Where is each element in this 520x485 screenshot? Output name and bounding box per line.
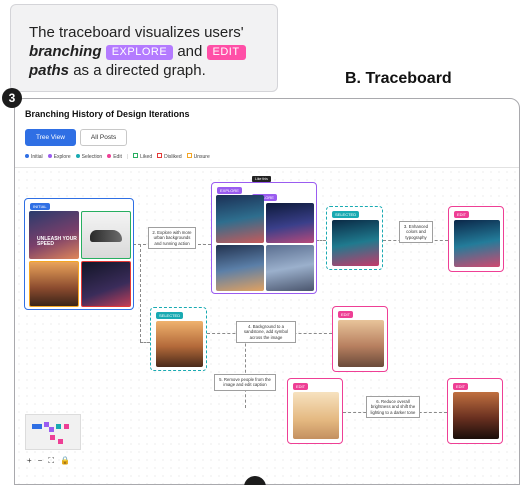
poster-image [453,392,499,439]
legend-selection: Selection [75,153,103,160]
minimap-node [56,424,61,429]
poster-image-group [29,261,79,307]
tab-tree-view[interactable]: Tree View [25,129,76,146]
square-icon [186,153,192,158]
node-tag: SELECTED [156,312,184,319]
edge-initial-down [140,244,141,342]
legend-initial: Initial [25,153,43,160]
legend-edit: Edit [107,153,122,160]
node-tag: INITIAL [30,203,50,210]
tab-all-posts[interactable]: All Posts [79,129,128,146]
caption-text-3: as a directed graph. [73,62,206,79]
node-edit-3[interactable]: EDIT [287,378,343,444]
edge-explore-selected [316,240,326,241]
legend-liked: Liked [133,153,152,160]
panel-title: Branching History of Design Iterations [25,109,190,119]
square-icon [133,153,139,158]
minimap-node [50,435,55,440]
node-tag: EXPLORE [217,187,242,194]
note-enhance: 3. Enhanced colors and typography [399,221,433,243]
caption-line-1: The traceboard visualizes users' [29,23,265,42]
poster-image [332,220,379,266]
poster-image [338,320,384,367]
dot-icon [25,153,29,158]
node-edit-1[interactable]: EDIT [448,206,504,272]
section-label: B. Traceboard [345,70,452,87]
minimap-node [49,427,54,432]
caption-line-3: paths as a directed graph. [29,61,265,80]
edge-to-selected2 [140,342,150,343]
legend-label: Explore [53,153,71,160]
square-icon [157,153,163,158]
node-edit-2[interactable]: EDIT [332,306,388,372]
legend-label: Initial [31,153,43,160]
node-selected-1[interactable]: SELECTED [326,206,383,270]
edit-tag: EDIT [206,45,246,60]
note-explore: 2. Explore with more urban backgrounds a… [148,227,196,249]
node-tag: EDIT [338,311,354,318]
legend-disliked: Disliked [157,153,182,160]
poster-image [266,203,314,243]
node-tag: EDIT [453,383,469,390]
legend-separator: | [126,153,129,160]
node-edit-4[interactable]: EDIT [447,378,503,444]
legend-explore: Explore [47,153,71,160]
poster-image [216,195,264,243]
zoom-controls: + − ⛶ 🔒 [27,456,70,466]
screenshot-root: The traceboard visualizes users' branchi… [0,0,520,485]
caption-branching: branching [29,43,102,60]
legend-label: Selection [81,153,103,160]
caption-paths: paths [29,62,70,79]
legend-label: Liked [140,154,153,160]
node-explore[interactable]: EXPLORE EXPLORE [211,182,317,294]
caption-and: and [177,43,203,60]
poster-image [29,211,79,259]
poster-image-shoe [81,211,131,259]
minimap-node [58,439,63,444]
caption-line-2: branching EXPLORE and EDIT [29,42,265,61]
dot-icon [75,153,80,158]
node-initial[interactable]: INITIAL UNLEASH YOUR SPEED [24,198,134,310]
note-background: 4. Background to a sandstone, add symbol… [236,321,296,343]
lock-icon[interactable]: 🔒 [60,456,70,466]
legend: Initial Explore Selection Edit | Liked D… [25,153,210,160]
poster-image [454,220,500,267]
poster-image [156,321,203,367]
poster-image [216,245,264,291]
node-tag: SELECTED [332,211,360,218]
note-brightness: 6. Reduce overall brightness and shift t… [366,396,420,418]
node-tag: EDIT [454,211,470,218]
view-tabs: Tree View All Posts [25,129,128,146]
fit-view-icon[interactable]: ⛶ [48,456,54,466]
dot-icon [47,153,52,158]
poster-image-night [81,261,131,307]
zoom-in-icon[interactable]: + [27,456,32,466]
explore-tag: EXPLORE [105,45,174,60]
zoom-out-icon[interactable]: − [38,456,43,466]
minimap[interactable] [25,414,81,450]
legend-label: Unsure [193,154,210,160]
poster-caption: UNLEASH YOUR SPEED [37,236,77,247]
node-tag: EDIT [293,383,309,390]
caption-text-1: The traceboard visualizes users' [29,24,244,41]
legend-unsure: Unsure [186,153,210,160]
minimap-node [64,424,69,429]
caption-box: The traceboard visualizes users' branchi… [10,4,278,92]
legend-label: Edit [113,153,122,160]
shoe-shape [90,230,122,242]
poster-image [266,245,314,291]
note-remove: 5. Remove people from the image and edit… [214,374,276,391]
dot-icon [107,153,112,158]
step-badge: 3 [2,88,22,108]
legend-label: Disliked [164,154,182,160]
poster-image [293,392,339,439]
minimap-node [37,424,42,429]
node-selected-2[interactable]: SELECTED [150,307,207,371]
